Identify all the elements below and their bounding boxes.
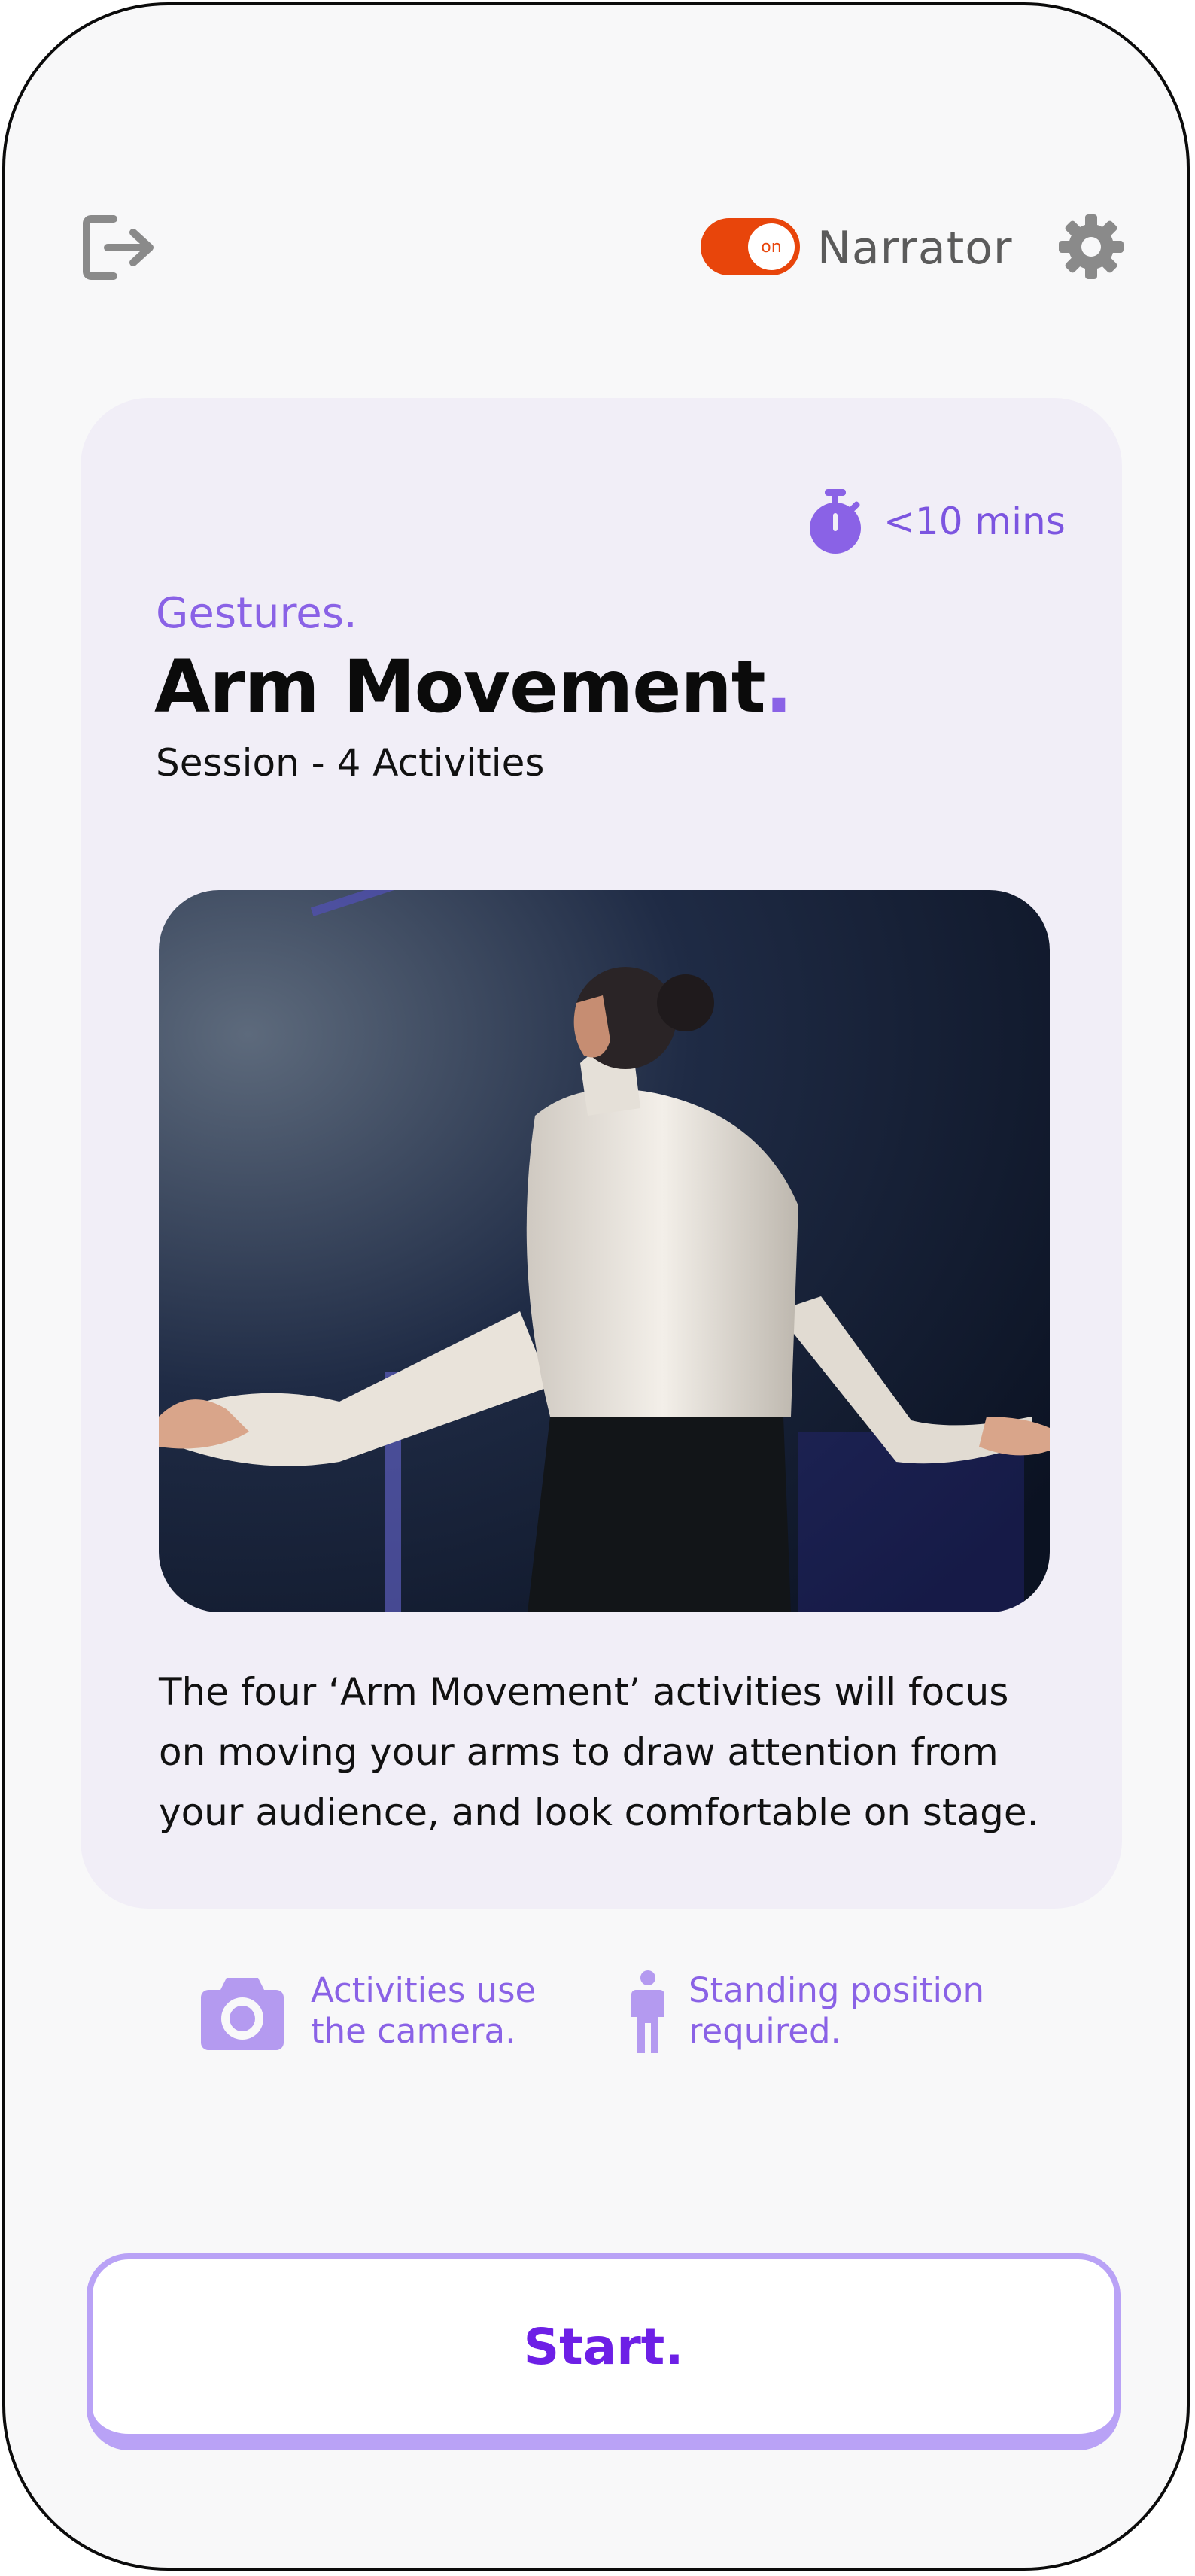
camera-icon xyxy=(201,1978,284,2050)
session-subtitle: Session - 4 Activities xyxy=(156,741,545,785)
stopwatch-icon xyxy=(810,489,861,554)
gear-icon[interactable] xyxy=(1059,214,1124,279)
person-standing-icon xyxy=(631,1970,664,2053)
session-category: Gestures. xyxy=(156,589,357,638)
logout-icon[interactable] xyxy=(81,213,159,282)
title-text: Arm Movement xyxy=(154,645,766,729)
duration-label: <10 mins xyxy=(883,500,1066,543)
page-title: Arm Movement. xyxy=(154,642,792,732)
narrator-toggle-knob: on xyxy=(748,223,795,270)
requirement-standing-text: Standing position required. xyxy=(689,1970,985,2051)
title-dot: . xyxy=(765,645,792,729)
requirement-camera-text: Activities use the camera. xyxy=(311,1970,537,2051)
narrator-toggle[interactable]: on xyxy=(701,218,800,275)
session-description: The four ‘Arm Movement’ activities will … xyxy=(159,1670,1039,1834)
narrator-label: Narrator xyxy=(817,222,1013,275)
phone-frame: on Narrator <10 mins Gestures. Arm Movem… xyxy=(2,2,1190,2571)
hero-image xyxy=(159,890,1050,1612)
requirement-camera: Activities use the camera. xyxy=(199,1970,536,2052)
start-button[interactable]: Start. xyxy=(87,2253,1121,2450)
requirement-standing: Standing position required. xyxy=(630,1970,984,2053)
session-duration: <10 mins xyxy=(805,488,1066,555)
